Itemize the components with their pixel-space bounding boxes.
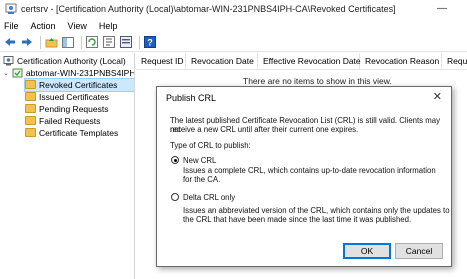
column-header-effective-revocation-date[interactable]: Effective Revocation Date <box>258 52 361 70</box>
tree-ca-label: abtomar-WIN-231PNBS4IPH-C <box>25 68 135 78</box>
column-header-request-id[interactable]: Request ID <box>136 52 186 70</box>
new-crl-description-line1: Issues a complete CRL, which contains up… <box>183 166 436 175</box>
ca-server-icon <box>12 68 23 78</box>
folder-icon <box>25 116 36 126</box>
folder-icon <box>25 128 36 138</box>
svg-text:?: ? <box>147 38 153 48</box>
help-icon: ? <box>144 36 156 48</box>
toolbar-separator <box>139 35 140 49</box>
tree-item-label: Pending Requests <box>39 104 109 114</box>
refresh-button[interactable] <box>85 35 99 49</box>
tree-item-label: Failed Requests <box>39 116 101 126</box>
new-crl-radio[interactable] <box>171 156 179 164</box>
ok-button[interactable]: OK <box>343 243 391 259</box>
folder-icon <box>25 80 36 90</box>
menu-bar: File Action View Help <box>0 18 467 33</box>
column-header-revocation-reason[interactable]: Revocation Reason <box>360 52 442 70</box>
delta-crl-description-line2: the CRL that have been made since the la… <box>183 215 412 224</box>
folder-icon <box>25 104 36 114</box>
forward-button[interactable] <box>20 35 34 49</box>
tree-item-failed-requests[interactable]: Failed Requests <box>25 115 100 127</box>
folder-icon <box>25 92 36 102</box>
dialog-description-line2: receive a new CRL until after their curr… <box>170 125 359 134</box>
back-button[interactable] <box>3 35 17 49</box>
minimize-button[interactable]: — <box>437 3 447 15</box>
back-arrow-icon <box>5 38 15 46</box>
empty-list-message: There are no items to show in this view. <box>243 76 392 86</box>
list-header: Request ID Revocation Date Effective Rev… <box>136 52 467 70</box>
refresh-icon <box>86 36 98 48</box>
column-header-revocation-date[interactable]: Revocation Date <box>186 52 258 70</box>
show-hide-tree-button[interactable] <box>61 35 75 49</box>
new-crl-description-line2: for the CA. <box>183 175 221 184</box>
tree-item-label: Revoked Certificates <box>39 80 118 90</box>
menu-action[interactable]: Action <box>31 21 56 31</box>
menu-help[interactable]: Help <box>99 21 118 31</box>
new-crl-label[interactable]: New CRL <box>183 156 216 165</box>
export-list-icon <box>103 36 115 48</box>
column-header-request[interactable]: Requ <box>442 53 467 70</box>
up-level-button[interactable] <box>44 35 58 49</box>
dialog-body: The latest published Certificate Revocat… <box>157 106 451 266</box>
dialog-close-button[interactable]: ✕ <box>433 90 442 103</box>
tree-item-revoked-certificates[interactable]: Revoked Certificates <box>24 78 134 92</box>
properties-icon <box>120 36 132 48</box>
console-tree-icon <box>62 36 74 48</box>
tree-item-ca[interactable]: ⌄ abtomar-WIN-231PNBS4IPH-C <box>3 67 135 79</box>
delta-crl-radio[interactable] <box>171 193 179 201</box>
tree-item-certificate-templates[interactable]: Certificate Templates <box>25 127 118 139</box>
expand-chevron-icon[interactable]: ⌄ <box>3 69 9 77</box>
dialog-title: Publish CRL <box>166 93 217 103</box>
toolbar: ? <box>0 33 467 52</box>
help-button[interactable]: ? <box>143 35 157 49</box>
certification-authority-icon <box>3 56 14 66</box>
tree-item-pending-requests[interactable]: Pending Requests <box>25 103 108 115</box>
tree-item-label: Issued Certificates <box>39 92 109 102</box>
title-bar: certsrv - [Certification Authority (Loca… <box>0 0 467 18</box>
delta-crl-description-line1: Issues an abbreviated version of the CRL… <box>183 206 450 215</box>
toolbar-separator <box>40 35 41 49</box>
crl-type-label: Type of CRL to publish: <box>170 141 251 150</box>
delta-crl-label[interactable]: Delta CRL only <box>183 193 235 202</box>
tree-item-label: Certificate Templates <box>39 128 119 138</box>
folder-up-icon <box>45 37 57 47</box>
window-title: certsrv - [Certification Authority (Loca… <box>21 4 396 14</box>
tree-item-issued-certificates[interactable]: Issued Certificates <box>25 91 109 103</box>
forward-arrow-icon <box>22 38 32 46</box>
properties-button[interactable] <box>119 35 133 49</box>
cancel-button[interactable]: Cancel <box>395 243 443 259</box>
console-tree: Certification Authority (Local) ⌄ abtoma… <box>0 53 135 279</box>
tree-item-root[interactable]: Certification Authority (Local) <box>3 55 126 67</box>
publish-crl-dialog: Publish CRL ✕ The latest published Certi… <box>156 86 452 267</box>
export-list-button[interactable] <box>102 35 116 49</box>
menu-file[interactable]: File <box>4 21 19 31</box>
toolbar-separator <box>81 35 82 49</box>
tree-root-label: Certification Authority (Local) <box>17 56 126 66</box>
certsrv-app-icon <box>5 3 17 14</box>
menu-view[interactable]: View <box>68 21 87 31</box>
